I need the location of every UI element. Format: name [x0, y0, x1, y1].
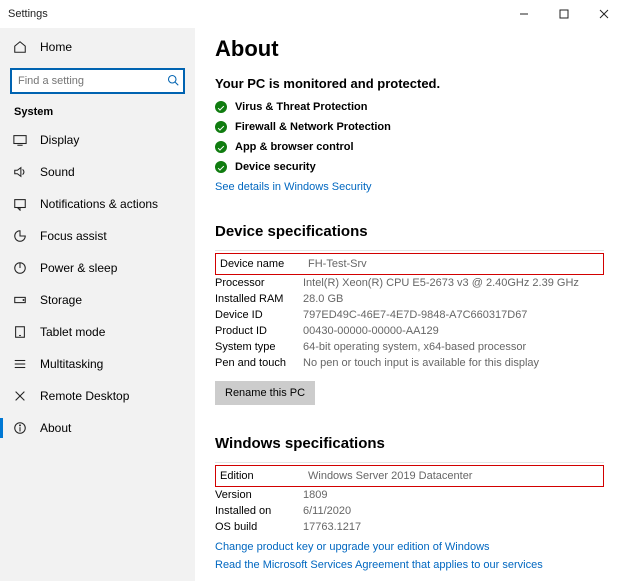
check-icon — [215, 101, 227, 113]
sidebar-item-label: Focus assist — [40, 229, 107, 243]
edition-row: EditionWindows Server 2019 Datacenter — [215, 465, 604, 487]
home-label: Home — [40, 40, 72, 54]
sidebar-item-sound[interactable]: Sound — [0, 156, 195, 188]
upgrade-link[interactable]: Change product key or upgrade your editi… — [215, 541, 604, 553]
notifications-icon — [12, 197, 28, 211]
maximize-button[interactable] — [544, 0, 584, 28]
edition-value: Windows Server 2019 Datacenter — [308, 470, 599, 482]
check-icon — [215, 161, 227, 173]
minimize-button[interactable] — [504, 0, 544, 28]
sidebar-item-label: Notifications & actions — [40, 197, 158, 211]
rename-pc-button[interactable]: Rename this PC — [215, 381, 315, 405]
sidebar-item-label: Multitasking — [40, 357, 103, 371]
tablet-icon — [12, 325, 28, 339]
titlebar: Settings — [0, 0, 624, 28]
about-icon — [12, 421, 28, 435]
device-name-row: Device nameFH-Test-Srv — [215, 253, 604, 275]
check-icon — [215, 121, 227, 133]
protection-heading: Your PC is monitored and protected. — [215, 76, 604, 91]
os-build-value: 17763.1217 — [303, 521, 604, 533]
version-value: 1809 — [303, 489, 604, 501]
search-input[interactable] — [10, 68, 185, 94]
processor-value: Intel(R) Xeon(R) CPU E5-2673 v3 @ 2.40GH… — [303, 277, 604, 289]
power-icon — [12, 261, 28, 275]
system-type-value: 64-bit operating system, x64-based proce… — [303, 341, 604, 353]
sidebar-item-focus-assist[interactable]: Focus assist — [0, 220, 195, 252]
storage-icon — [12, 293, 28, 307]
search-icon — [167, 74, 179, 89]
pen-touch-value: No pen or touch input is available for t… — [303, 357, 604, 369]
focus-icon — [12, 229, 28, 243]
sidebar-item-storage[interactable]: Storage — [0, 284, 195, 316]
sidebar-item-label: Sound — [40, 165, 75, 179]
protection-item: Device security — [215, 161, 604, 173]
device-spec-heading: Device specifications — [215, 223, 604, 240]
page-title: About — [215, 36, 604, 62]
remote-icon — [12, 389, 28, 403]
sidebar-item-multitasking[interactable]: Multitasking — [0, 348, 195, 380]
sidebar-item-about[interactable]: About — [0, 412, 195, 444]
sidebar-item-label: About — [40, 421, 71, 435]
security-link[interactable]: See details in Windows Security — [215, 181, 604, 193]
sidebar: Home System Display Sound Notifications — [0, 28, 195, 581]
home-icon — [12, 40, 28, 54]
product-id-value: 00430-00000-00000-AA129 — [303, 325, 604, 337]
sidebar-item-power-sleep[interactable]: Power & sleep — [0, 252, 195, 284]
ram-value: 28.0 GB — [303, 293, 604, 305]
display-icon — [12, 133, 28, 147]
sidebar-item-tablet-mode[interactable]: Tablet mode — [0, 316, 195, 348]
home-button[interactable]: Home — [0, 32, 195, 62]
protection-item: Firewall & Network Protection — [215, 121, 604, 133]
sound-icon — [12, 165, 28, 179]
sidebar-item-label: Tablet mode — [40, 325, 105, 339]
services-link[interactable]: Read the Microsoft Services Agreement th… — [215, 559, 604, 571]
multitasking-icon — [12, 357, 28, 371]
sidebar-item-remote-desktop[interactable]: Remote Desktop — [0, 380, 195, 412]
protection-item: Virus & Threat Protection — [215, 101, 604, 113]
sidebar-section-title: System — [0, 104, 195, 124]
installed-on-value: 6/11/2020 — [303, 505, 604, 517]
sidebar-item-label: Display — [40, 133, 79, 147]
protection-item: App & browser control — [215, 141, 604, 153]
sidebar-item-display[interactable]: Display — [0, 124, 195, 156]
sidebar-item-label: Storage — [40, 293, 82, 307]
sidebar-item-notifications[interactable]: Notifications & actions — [0, 188, 195, 220]
check-icon — [215, 141, 227, 153]
window-title: Settings — [8, 8, 504, 20]
sidebar-item-label: Power & sleep — [40, 261, 117, 275]
sidebar-item-label: Remote Desktop — [40, 389, 129, 403]
content-area: About Your PC is monitored and protected… — [195, 28, 624, 581]
windows-spec-heading: Windows specifications — [215, 435, 604, 452]
device-name-value: FH-Test-Srv — [308, 258, 599, 270]
device-id-value: 797ED49C-46E7-4E7D-9848-A7C660317D67 — [303, 309, 604, 321]
close-button[interactable] — [584, 0, 624, 28]
